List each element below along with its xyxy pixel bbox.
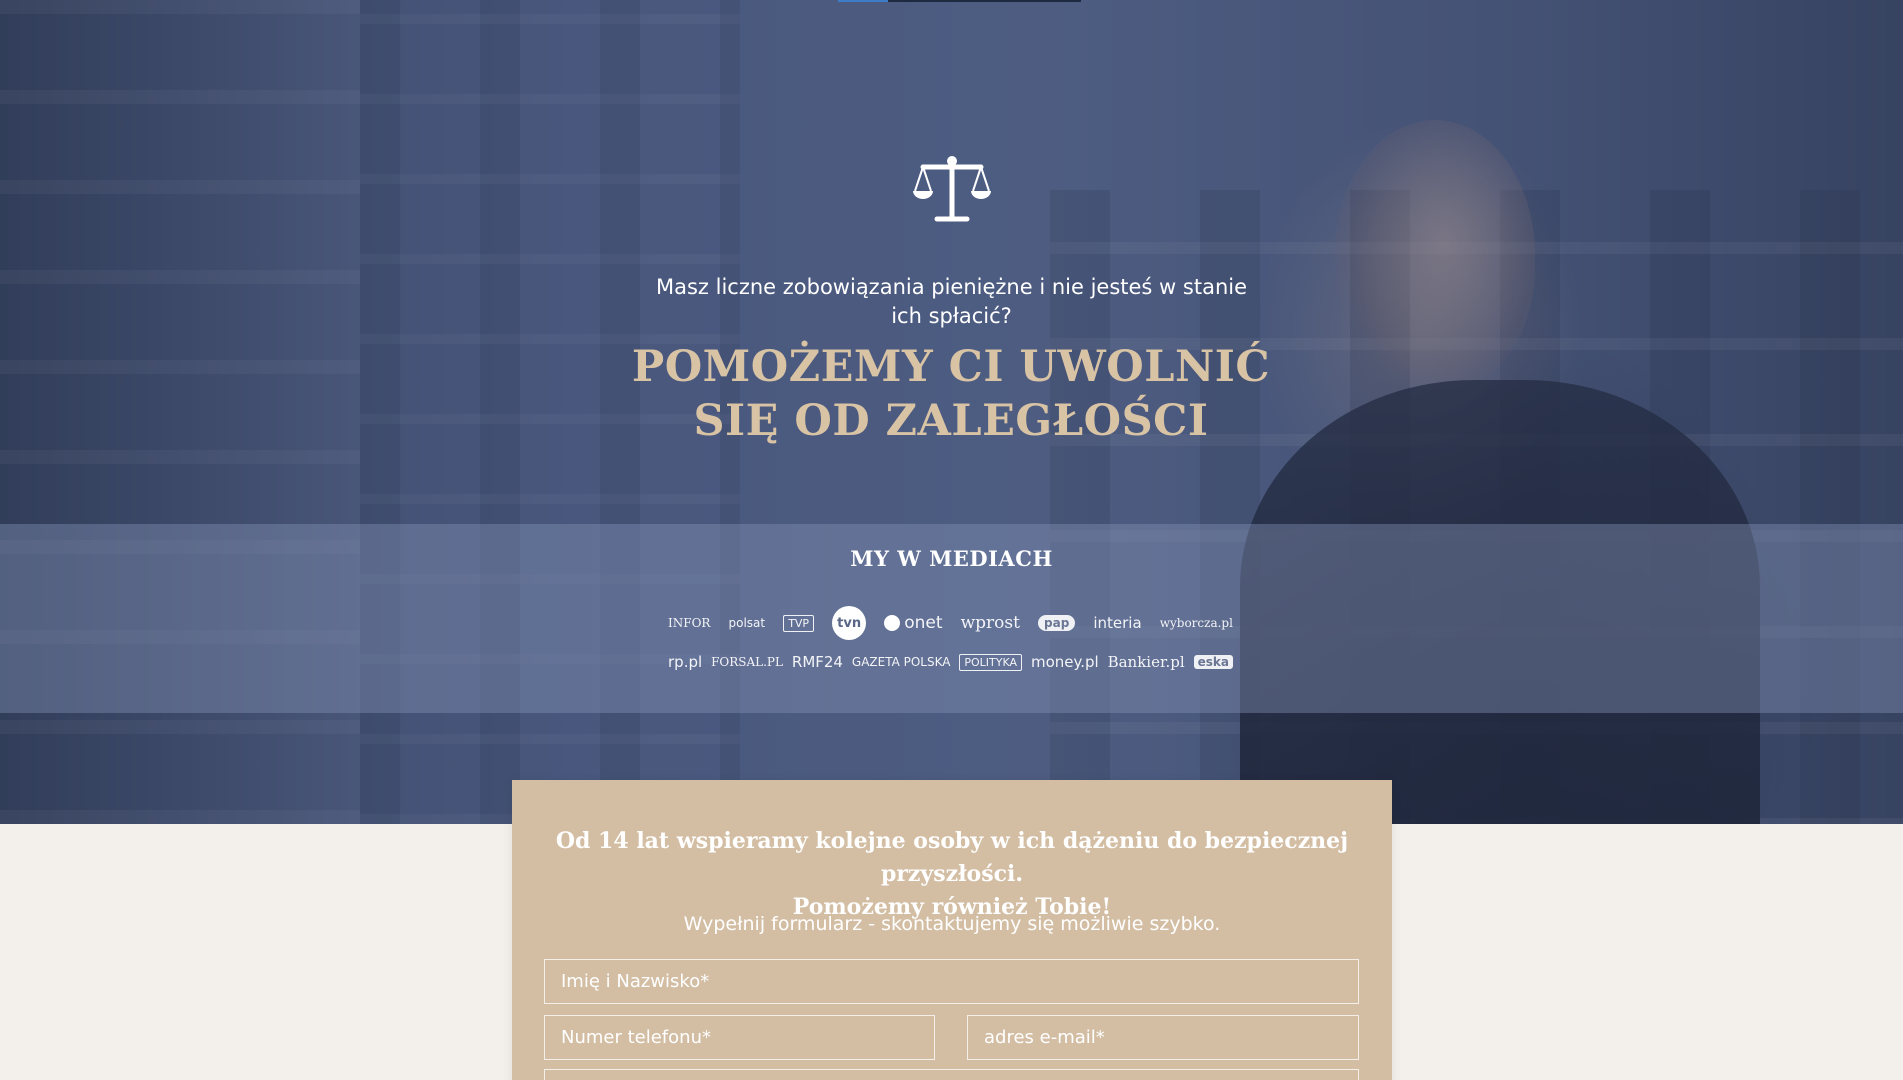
email-field[interactable] xyxy=(967,1015,1359,1060)
media-logo-forsal[interactable]: FORSAL.PL xyxy=(711,655,783,669)
media-logo-money[interactable]: money.pl xyxy=(1031,653,1099,671)
media-title: MY W MEDIACH xyxy=(850,546,1053,571)
form-heading: Od 14 lat wspieramy kolejne osoby w ich … xyxy=(542,825,1362,924)
name-field[interactable] xyxy=(544,959,1359,1004)
media-logo-interia[interactable]: interia xyxy=(1093,614,1141,632)
phone-field[interactable] xyxy=(544,1015,935,1060)
media-logo-wyborcza[interactable]: wyborcza.pl xyxy=(1160,616,1233,630)
media-logo-rmf24[interactable]: RMF24 xyxy=(792,653,843,671)
media-logo-onet[interactable]: onet xyxy=(884,613,943,633)
scales-of-justice-icon xyxy=(913,156,991,222)
media-logo-tvn[interactable]: tvn xyxy=(832,606,867,640)
hero-title-line1: POMOŻEMY CI UWOLNIĆ xyxy=(631,342,1271,392)
media-band: MY W MEDIACH INFOR polsat TVP tvn onet w… xyxy=(0,524,1903,713)
media-logo-wprost[interactable]: wprost xyxy=(961,613,1020,633)
media-logo-tvp[interactable]: TVP xyxy=(783,614,815,632)
media-logos-row-2: rp.pl FORSAL.PL RMF24 GAZETA POLSKA POLI… xyxy=(668,650,1233,674)
hero-subtitle: Masz liczne zobowiązania pieniężne i nie… xyxy=(655,275,1248,328)
contact-form-card: Od 14 lat wspieramy kolejne osoby w ich … xyxy=(512,780,1392,1080)
media-logo-gazeta-polska[interactable]: GAZETA POLSKA xyxy=(852,655,951,669)
form-subtitle: Wypełnij formularz - skontaktujemy się m… xyxy=(683,913,1221,935)
next-form-field[interactable] xyxy=(544,1069,1359,1080)
media-logo-pap[interactable]: pap xyxy=(1038,615,1076,631)
media-logo-infor[interactable]: INFOR xyxy=(668,616,710,630)
media-logo-polityka[interactable]: POLITYKA xyxy=(959,653,1023,671)
top-progress-bar-fill xyxy=(838,0,888,2)
media-logo-eska[interactable]: eska xyxy=(1193,655,1233,669)
form-heading-line1: Od 14 lat wspieramy kolejne osoby w ich … xyxy=(555,828,1349,887)
media-logos-row-1: INFOR polsat TVP tvn onet wprost pap int… xyxy=(668,604,1233,642)
onet-dot-icon xyxy=(884,615,901,631)
media-logo-bankier[interactable]: Bankier.pl xyxy=(1108,653,1185,671)
hero-section: Masz liczne zobowiązania pieniężne i nie… xyxy=(0,0,1903,824)
media-logo-rp[interactable]: rp.pl xyxy=(668,653,702,671)
hero-title-line2: SIĘ OD ZALEGŁOŚCI xyxy=(693,396,1209,446)
media-logo-onet-label: onet xyxy=(904,613,943,633)
hero-title: POMOŻEMY CI UWOLNIĆ SIĘ OD ZALEGŁOŚCI xyxy=(551,340,1351,448)
media-logo-polsat[interactable]: polsat xyxy=(729,616,766,630)
